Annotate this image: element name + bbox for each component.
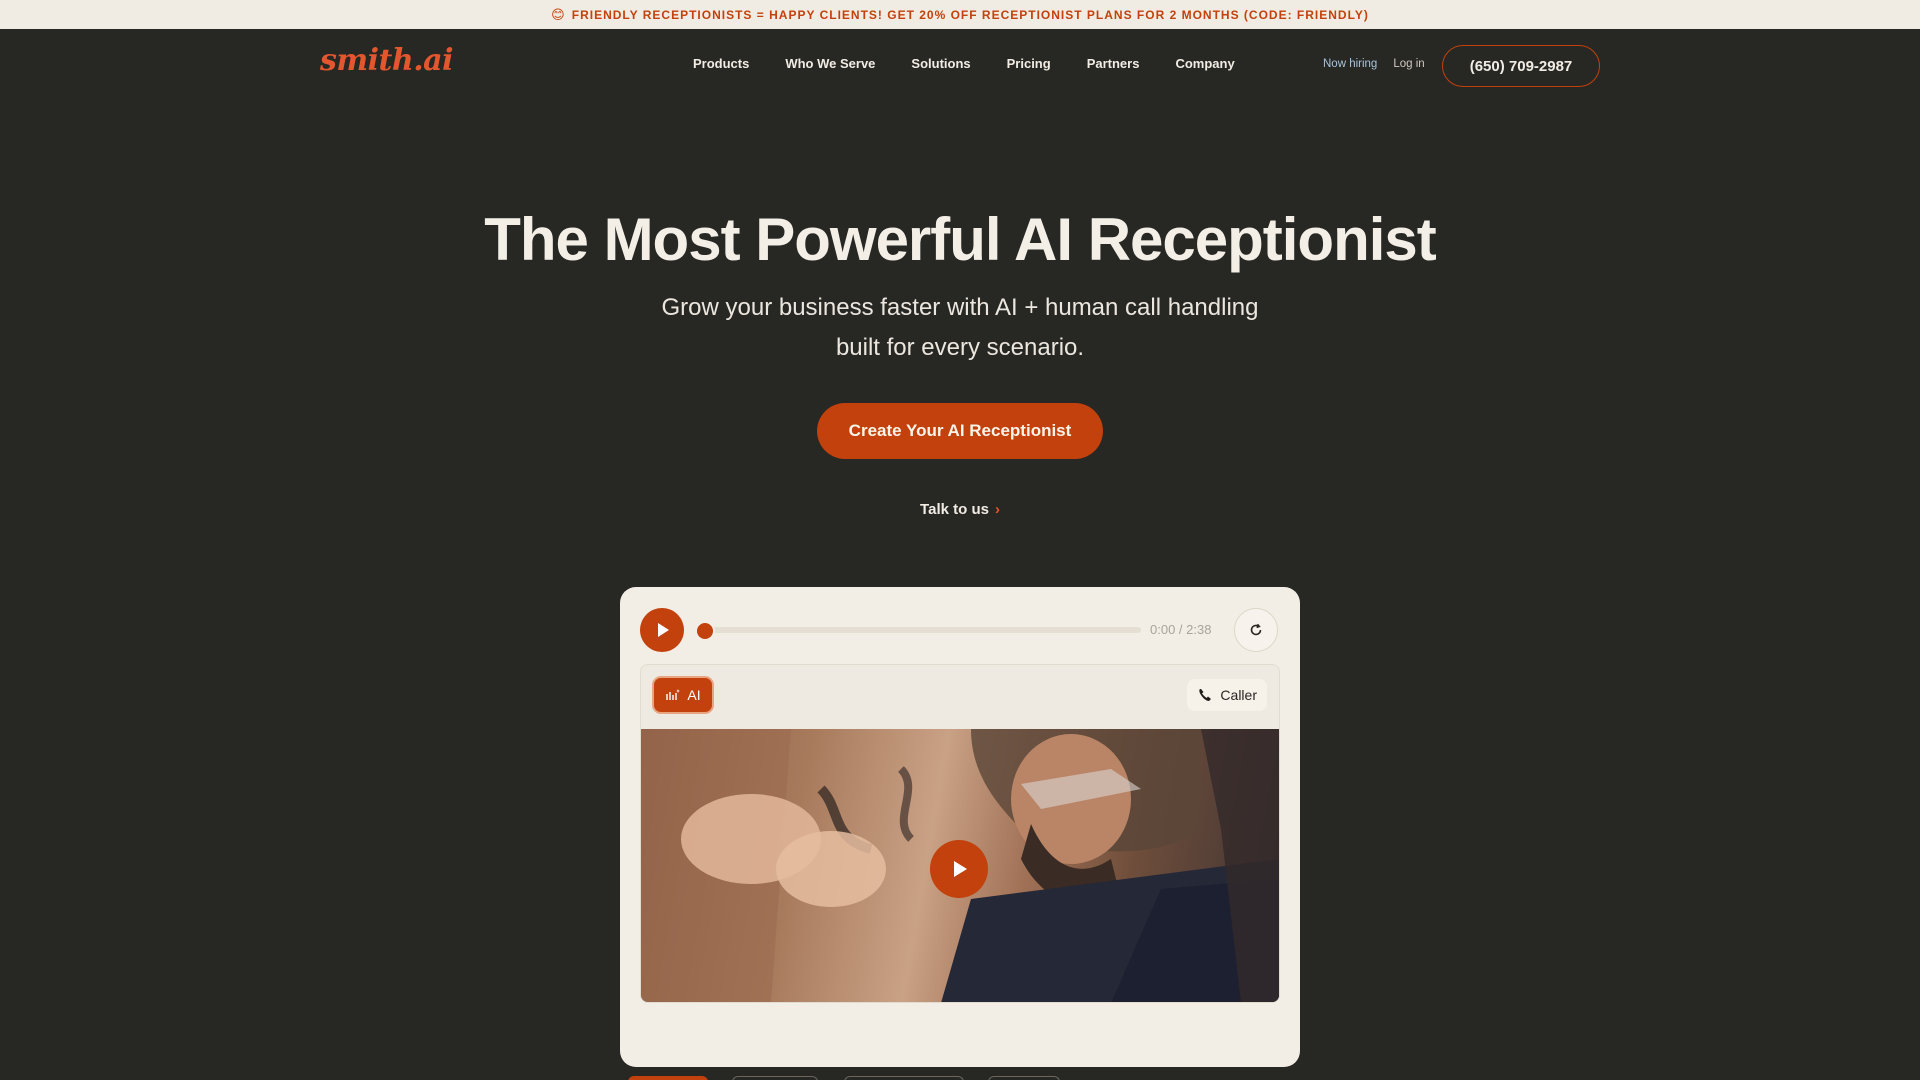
tab-peek-4[interactable]	[988, 1076, 1060, 1080]
nav-solutions[interactable]: Solutions	[911, 56, 970, 71]
utility-links: Now hiring Log in	[1323, 58, 1425, 70]
call-transcript-panel: AI Caller	[640, 664, 1280, 1003]
now-hiring-link[interactable]: Now hiring	[1323, 58, 1377, 70]
nav-partners[interactable]: Partners	[1087, 56, 1140, 71]
demo-player-card: 0:00 / 2:38 AI Caller	[620, 587, 1300, 1067]
ai-speaker-chip[interactable]: AI	[652, 676, 714, 714]
tab-peek-2[interactable]	[732, 1076, 818, 1080]
technician-video-thumbnail[interactable]	[641, 729, 1279, 1002]
play-icon	[658, 623, 669, 637]
main-menu: Products Who We Serve Solutions Pricing …	[693, 56, 1235, 71]
create-ai-receptionist-button[interactable]: Create Your AI Receptionist	[817, 403, 1103, 459]
nav-products[interactable]: Products	[693, 56, 749, 71]
hero-subtitle: Grow your business faster with AI + huma…	[661, 294, 1259, 361]
nav-company[interactable]: Company	[1175, 56, 1234, 71]
promo-banner[interactable]: 😊 FRIENDLY RECEPTIONISTS = HAPPY CLIENTS…	[0, 0, 1920, 29]
smith-ai-logo[interactable]: smith.ai	[320, 43, 453, 78]
ai-label: AI	[687, 687, 701, 703]
phone-icon	[1199, 689, 1212, 701]
tab-peek-3[interactable]	[844, 1076, 964, 1080]
replay-button[interactable]	[1234, 608, 1278, 652]
replay-icon	[1250, 623, 1262, 636]
phone-button[interactable]: (650) 709-2987	[1442, 45, 1600, 87]
audio-progress-track[interactable]	[704, 627, 1141, 633]
hero-title: The Most Powerful AI Receptionist	[484, 206, 1437, 273]
top-navigation: smith.ai Products Who We Serve Solutions…	[0, 29, 1920, 103]
tab-peek-1[interactable]	[628, 1076, 708, 1080]
nav-who-we-serve[interactable]: Who We Serve	[785, 56, 875, 71]
talk-to-us-link[interactable]: Talk to us	[920, 501, 989, 518]
caller-label: Caller	[1220, 687, 1257, 703]
promo-text: FRIENDLY RECEPTIONISTS = HAPPY CLIENTS! …	[571, 7, 1369, 22]
ai-waveform-icon	[666, 689, 681, 700]
play-icon	[954, 861, 967, 877]
smile-emoji-icon: 😊	[551, 6, 566, 22]
chevron-right-icon: ›	[994, 501, 1000, 518]
caller-speaker-chip[interactable]: Caller	[1187, 679, 1267, 711]
audio-time: 0:00 / 2:38	[1150, 622, 1212, 637]
audio-play-button[interactable]	[640, 608, 684, 652]
audio-progress-handle[interactable]	[695, 621, 715, 641]
login-link[interactable]: Log in	[1393, 58, 1424, 70]
talk-to-us-row: Talk to us ›	[0, 501, 1920, 518]
video-play-button[interactable]	[930, 840, 988, 898]
nav-pricing[interactable]: Pricing	[1007, 56, 1051, 71]
